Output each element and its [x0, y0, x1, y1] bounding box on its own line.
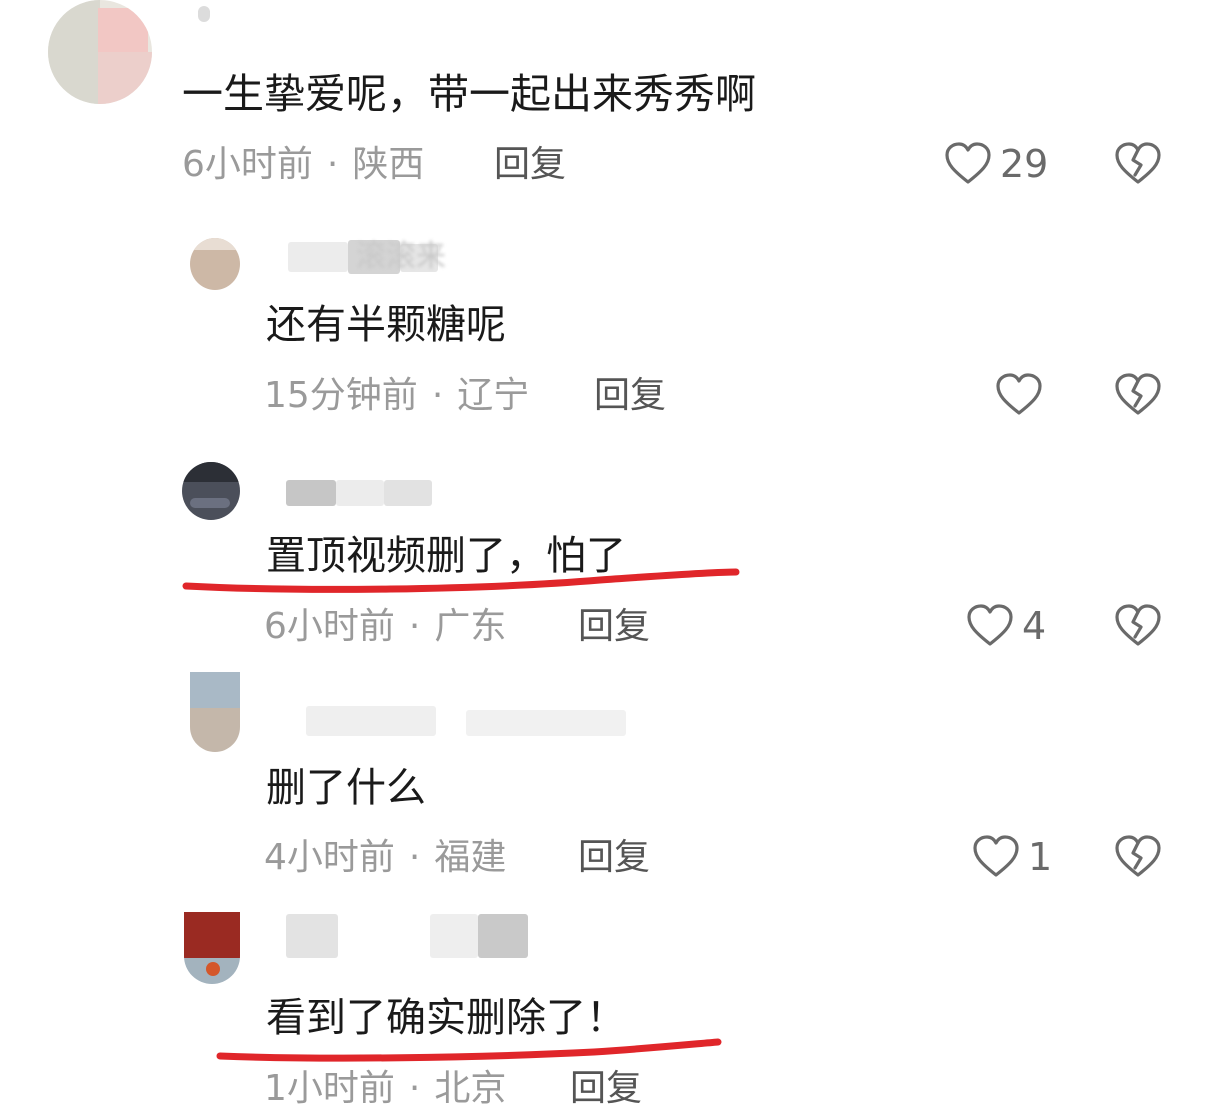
username-text: 滚滚来	[356, 239, 446, 274]
comment-text: 删了什么	[266, 765, 426, 811]
comment-meta: 1小时前 · 北京	[264, 1067, 506, 1111]
broken-heart-icon	[1114, 835, 1162, 885]
meta-separator: ·	[408, 837, 421, 878]
dislike-button[interactable]	[1114, 833, 1162, 885]
comment-time: 6小时前	[182, 144, 313, 185]
dislike-button[interactable]	[1114, 602, 1162, 654]
meta-separator: ·	[326, 144, 339, 185]
reply-button[interactable]: 回复	[570, 1067, 642, 1111]
username[interactable]	[266, 704, 636, 738]
avatar[interactable]	[48, 0, 152, 104]
comment-location: 福建	[434, 837, 507, 878]
comment-text: 置顶视频删了，怕了	[266, 533, 626, 579]
meta-separator: ·	[431, 375, 444, 416]
avatar[interactable]	[190, 672, 240, 752]
comment-text: 还有半颗糖呢	[266, 302, 506, 348]
heart-outline-icon	[966, 602, 1014, 650]
like-button[interactable]: 1	[972, 833, 1052, 881]
comment-time: 6小时前	[264, 606, 395, 647]
like-count: 1	[1028, 835, 1053, 879]
comment-meta: 4小时前 · 福建	[264, 836, 506, 880]
comment-meta: 6小时前 · 广东	[264, 605, 506, 649]
comment-meta: 6小时前 · 陕西	[182, 143, 424, 187]
comment-location: 广东	[434, 606, 507, 647]
heart-outline-icon	[995, 371, 1043, 419]
like-button[interactable]: 4	[966, 602, 1046, 650]
avatar[interactable]	[190, 238, 240, 290]
username[interactable]	[266, 478, 436, 512]
username[interactable]	[196, 2, 216, 36]
comment-time: 4小时前	[264, 837, 395, 878]
broken-heart-icon	[1114, 604, 1162, 654]
like-count: 29	[1000, 142, 1049, 186]
avatar[interactable]	[184, 912, 240, 984]
avatar[interactable]	[182, 462, 240, 520]
comment-location: 陕西	[352, 144, 425, 185]
username[interactable]	[266, 914, 536, 958]
comment-location: 辽宁	[457, 375, 530, 416]
reply-button[interactable]: 回复	[494, 143, 566, 187]
reply-button[interactable]: 回复	[578, 605, 650, 649]
heart-outline-icon	[972, 833, 1020, 881]
reply-button[interactable]: 回复	[594, 374, 666, 418]
broken-heart-icon	[1114, 373, 1162, 423]
comment-location: 北京	[434, 1068, 507, 1109]
like-button[interactable]	[995, 371, 1051, 419]
meta-separator: ·	[408, 606, 421, 647]
meta-separator: ·	[408, 1068, 421, 1109]
comment-time: 1小时前	[264, 1068, 395, 1109]
comment-text: 一生挚爱呢，带一起出来秀秀啊	[182, 70, 756, 118]
broken-heart-icon	[1114, 142, 1162, 192]
comment-meta: 15分钟前 · 辽宁	[264, 374, 529, 418]
heart-outline-icon	[944, 140, 992, 188]
dislike-button[interactable]	[1114, 140, 1162, 192]
like-button[interactable]: 29	[944, 140, 1048, 188]
comment-time: 15分钟前	[264, 375, 418, 416]
username[interactable]: 滚滚来	[266, 240, 466, 274]
like-count: 4	[1022, 604, 1047, 648]
comment-text: 看到了确实删除了！	[266, 995, 626, 1041]
reply-button[interactable]: 回复	[578, 836, 650, 880]
dislike-button[interactable]	[1114, 371, 1162, 423]
